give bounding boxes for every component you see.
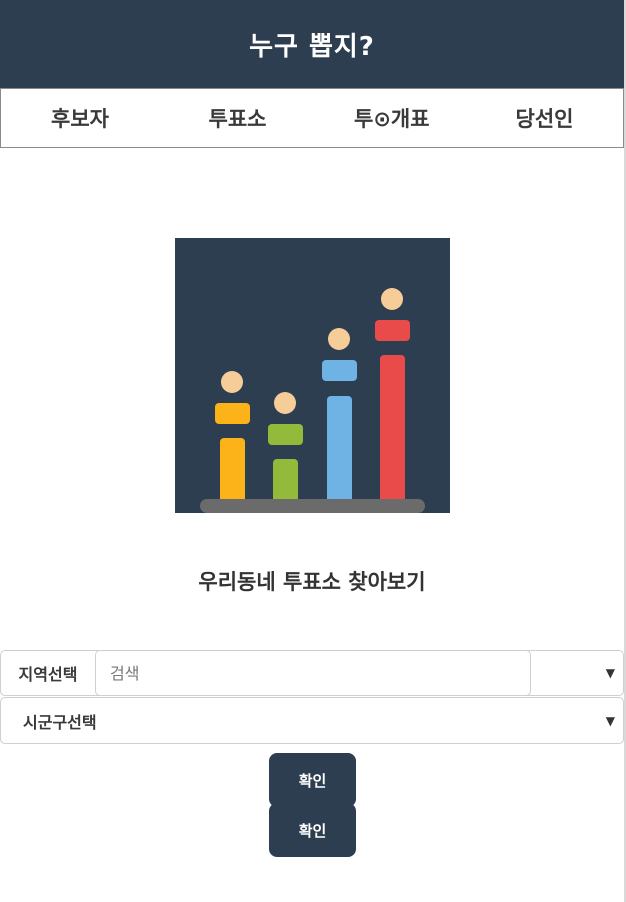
figure-2-bar: [273, 459, 298, 503]
app-root: 누구 뽑지? 후보자 투표소 투⊙개표 당선인 우리동네 투표소 찾아보기 지역…: [0, 0, 626, 902]
figure-1-bar: [220, 438, 245, 503]
district-select-label: 시군구선택: [23, 712, 97, 732]
figure-4-body: [375, 320, 410, 341]
region-select-row: 지역선택 ▼: [0, 650, 624, 696]
caret-down-icon: ▼: [605, 713, 615, 728]
figure-3-bar: [327, 396, 352, 503]
confirm-button-secondary[interactable]: 확인: [269, 803, 356, 857]
figure-1-body: [215, 403, 250, 424]
main-nav: 후보자 투표소 투⊙개표 당선인: [0, 88, 624, 148]
nav-item-polling-station[interactable]: 투표소: [159, 89, 317, 147]
nav-item-vote-count[interactable]: 투⊙개표: [316, 89, 462, 147]
region-select-label: 지역선택: [18, 665, 78, 684]
region-select-dropdown[interactable]: ▼: [531, 651, 623, 695]
figure-4-head: [381, 288, 403, 310]
hero-illustration: [175, 238, 450, 513]
district-select-dropdown[interactable]: 시군구선택 ▼: [0, 697, 624, 744]
confirm-button[interactable]: 확인: [269, 753, 356, 807]
election-bar-chart-icon: [200, 288, 425, 513]
figure-2-body: [268, 424, 303, 445]
figure-4-bar: [380, 355, 405, 503]
figure-3-body: [322, 360, 357, 381]
section-title: 우리동네 투표소 찾아보기: [198, 570, 426, 594]
region-search-input[interactable]: [95, 650, 531, 696]
app-title: 누구 뽑지?: [249, 31, 375, 62]
nav-item-elected[interactable]: 당선인: [462, 89, 624, 147]
caret-down-icon: ▼: [605, 666, 615, 680]
figure-3-head: [328, 328, 350, 350]
nav-item-candidates[interactable]: 후보자: [1, 89, 159, 147]
app-header: 누구 뽑지?: [0, 0, 624, 88]
figure-2-head: [274, 392, 296, 414]
figure-1-head: [221, 371, 243, 393]
ground-bar: [200, 499, 425, 513]
